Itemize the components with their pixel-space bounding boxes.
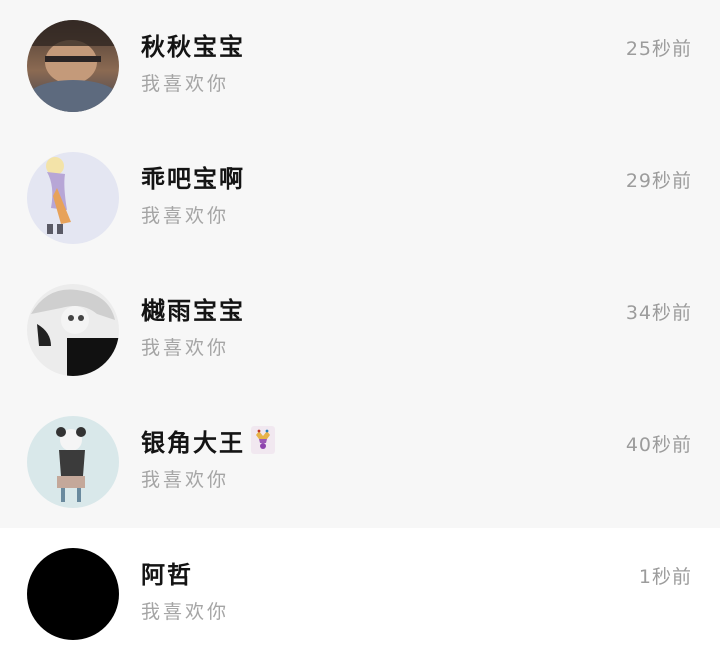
last-message: 我喜欢你 — [141, 73, 230, 95]
contact-name: 樾雨宝宝 — [141, 296, 245, 325]
last-message: 我喜欢你 — [141, 337, 230, 359]
conversation-item[interactable]: 阿哲 我喜欢你 1秒前 — [0, 528, 720, 660]
last-message: 我喜欢你 — [141, 601, 230, 623]
conversation-item[interactable]: 银角大王 我喜欢你 40秒前 — [0, 396, 720, 528]
message-time: 25秒前 — [625, 38, 692, 60]
contact-name: 阿哲 — [141, 560, 193, 589]
message-time: 1秒前 — [638, 566, 692, 588]
last-message: 我喜欢你 — [141, 205, 230, 227]
contact-name: 乖吧宝啊 — [141, 164, 245, 193]
conversation-item[interactable]: 秋秋宝宝 我喜欢你 25秒前 — [0, 0, 720, 132]
conversation-list: 秋秋宝宝 我喜欢你 25秒前 乖吧宝啊 我喜欢你 29秒前 樾雨宝宝 我喜欢你 … — [0, 0, 720, 664]
conversation-item[interactable]: 乖吧宝啊 我喜欢你 29秒前 — [0, 132, 720, 264]
contact-name: 秋秋宝宝 — [141, 32, 245, 61]
anime-monochrome-avatar-icon[interactable] — [27, 284, 119, 376]
message-time: 29秒前 — [625, 170, 692, 192]
black-avatar-icon[interactable] — [27, 548, 119, 640]
contact-name: 银角大王 — [141, 428, 245, 457]
message-time: 34秒前 — [625, 302, 692, 324]
last-message: 我喜欢你 — [141, 469, 230, 491]
photo-avatar-icon[interactable] — [27, 20, 119, 112]
anime-girl-avatar-icon[interactable] — [27, 152, 119, 244]
anime-panda-avatar-icon[interactable] — [27, 416, 119, 508]
message-time: 40秒前 — [625, 434, 692, 456]
conversation-item[interactable]: 樾雨宝宝 我喜欢你 34秒前 — [0, 264, 720, 396]
jester-badge-icon — [251, 426, 275, 454]
